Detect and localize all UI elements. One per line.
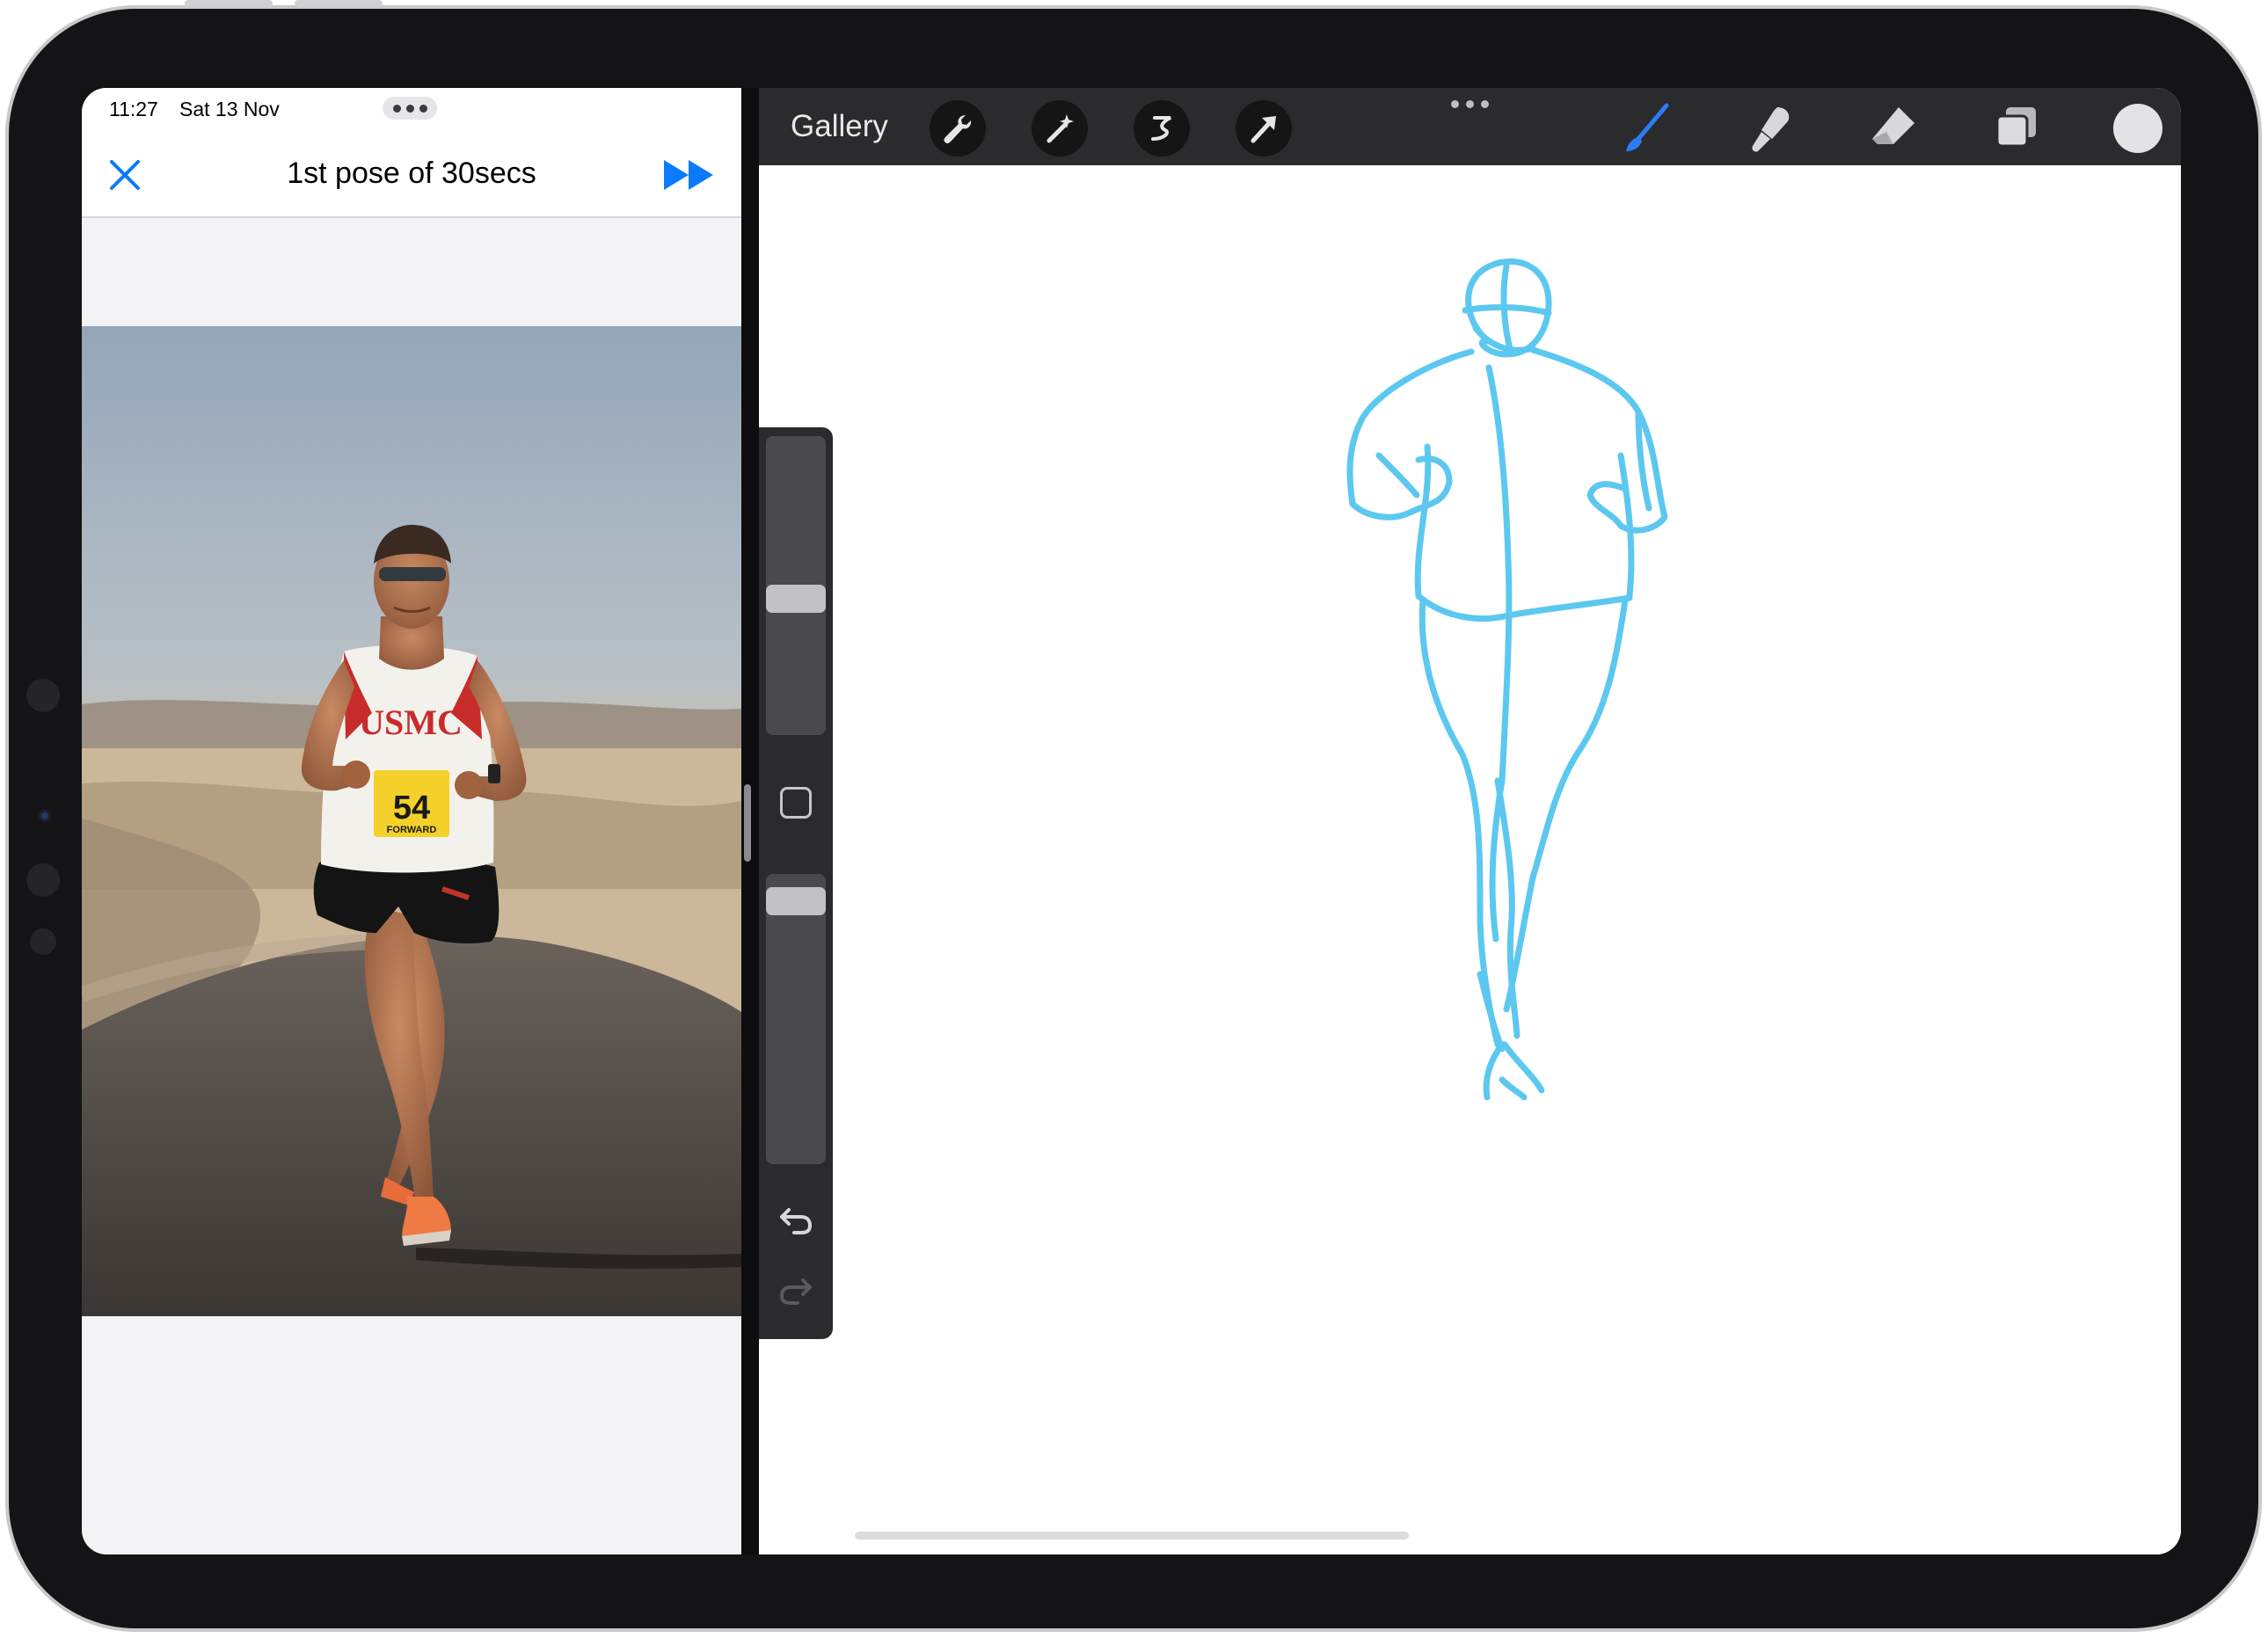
undo-button[interactable] [777, 1201, 815, 1240]
drawing-toolbar: Gallery [759, 88, 2181, 165]
color-picker-button[interactable] [2113, 104, 2162, 153]
square-icon[interactable] [780, 787, 812, 819]
transform-arrow-icon [1251, 116, 1276, 143]
smudge-tool-button[interactable] [1742, 100, 1798, 157]
transform-button[interactable] [1236, 100, 1292, 157]
status-bar: 11:27 Sat 13 Nov [82, 88, 741, 132]
side-sensor [26, 679, 60, 712]
status-date: Sat 13 Nov [179, 98, 280, 120]
eraser-icon [1872, 107, 1914, 144]
gesture-sketch [1346, 258, 1668, 1101]
svg-text:FORWARD: FORWARD [387, 825, 437, 835]
ellipsis-icon[interactable] [1451, 100, 1489, 108]
layers-icon [1995, 107, 2036, 148]
ellipsis-icon[interactable] [383, 97, 437, 120]
eraser-tool-button[interactable] [1865, 100, 1922, 157]
status-time: 11:27 [109, 98, 158, 120]
layers-button[interactable] [1988, 100, 2045, 157]
front-camera [39, 810, 51, 822]
redo-icon [779, 1278, 812, 1305]
svg-text:USMC: USMC [359, 703, 463, 742]
smudge-icon [1752, 107, 1790, 152]
opacity-slider[interactable] [766, 874, 826, 1164]
brush-icon [1626, 103, 1669, 151]
svg-text:54: 54 [393, 790, 430, 826]
reference-photo[interactable]: USMC 54 FORWARD [82, 326, 741, 1316]
brush-size-thumb[interactable] [766, 585, 826, 614]
opacity-thumb[interactable] [766, 886, 826, 915]
drawing-app-pane: Gallery [759, 88, 2181, 1554]
side-sensor [26, 863, 60, 897]
side-sensor [30, 928, 56, 955]
gallery-button[interactable]: Gallery [791, 109, 888, 144]
undo-icon [780, 1208, 813, 1234]
selection-button[interactable] [1134, 100, 1190, 157]
brush-tool-button[interactable] [1619, 100, 1675, 157]
drawing-canvas[interactable] [759, 165, 2181, 1554]
redo-button[interactable] [777, 1271, 815, 1310]
runner-photo: USMC 54 FORWARD [82, 326, 741, 1316]
close-button[interactable] [103, 153, 147, 197]
adjustments-button[interactable] [1032, 100, 1088, 157]
power-button-top [295, 0, 383, 7]
actions-button[interactable] [930, 100, 986, 157]
close-icon [110, 160, 140, 190]
selection-icon [1151, 116, 1171, 141]
split-view-handle[interactable] [744, 784, 751, 862]
volume-button-top [185, 0, 273, 7]
fast-forward-icon [664, 160, 713, 190]
home-indicator [855, 1532, 1409, 1540]
pose-title: 1st pose of 30secs [287, 157, 536, 190]
navigation-bar: 1st pose of 30secs [82, 132, 741, 218]
next-pose-button[interactable] [662, 155, 718, 195]
wrench-icon [944, 115, 972, 144]
magic-wand-icon [1046, 114, 1074, 143]
brush-side-panel [759, 427, 833, 1339]
reference-app-pane: 11:27 Sat 13 Nov 1st pose of 30secs USMC… [82, 88, 741, 1554]
